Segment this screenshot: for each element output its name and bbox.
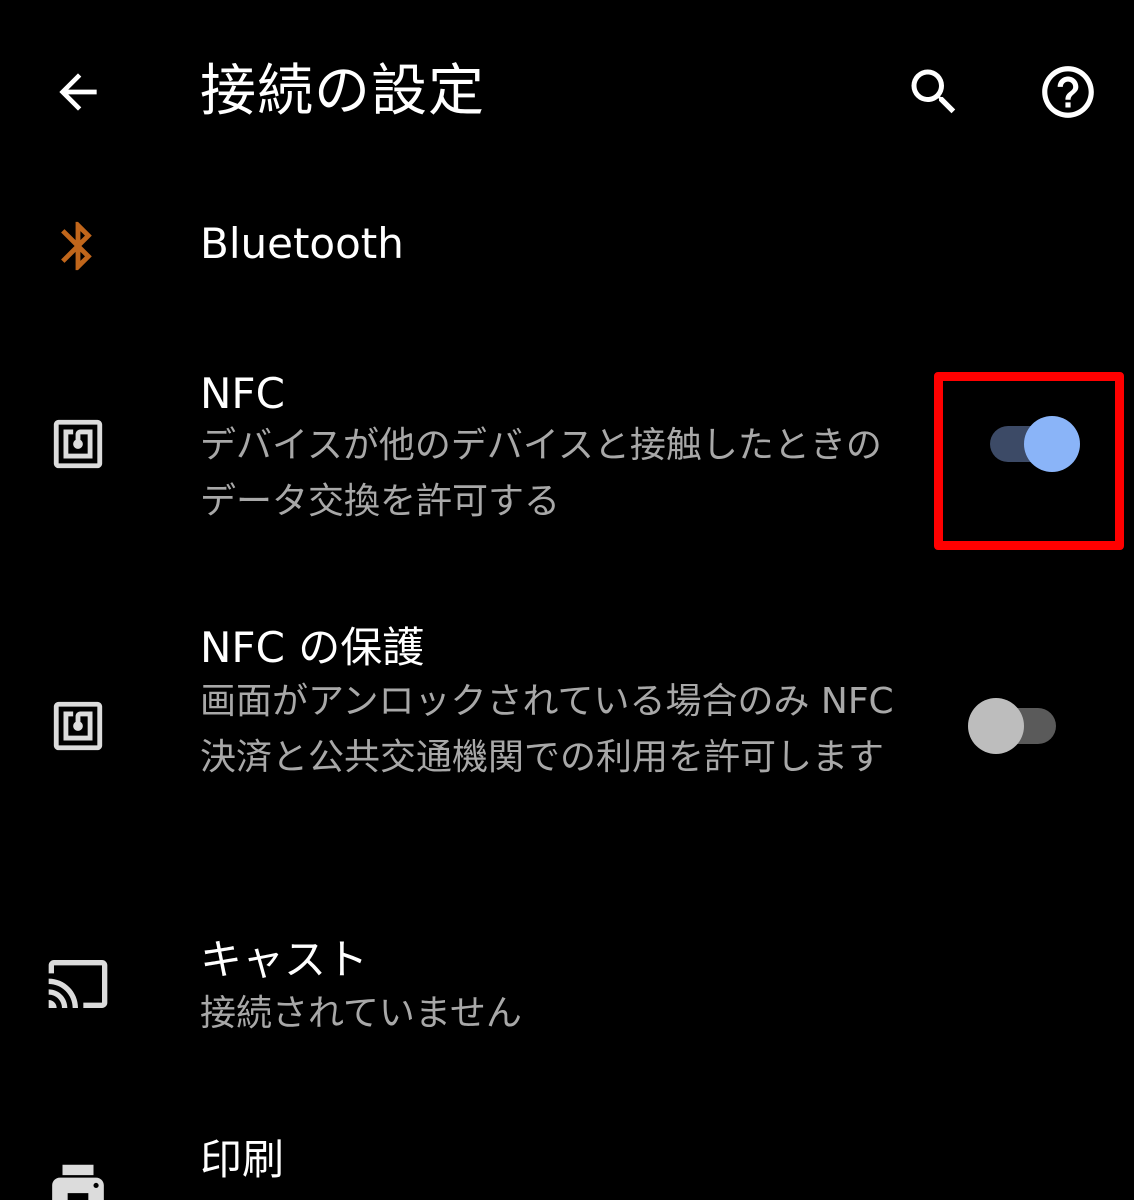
toggle-thumb — [968, 698, 1024, 754]
page-title: 接続の設定 — [200, 59, 485, 124]
back-button[interactable] — [36, 50, 120, 134]
print-row[interactable]: 印刷 — [0, 1130, 1134, 1200]
cast-icon — [40, 946, 116, 1022]
nfc-protection-title: NFC の保護 — [200, 623, 425, 672]
nfc-icon — [40, 688, 116, 764]
arrow-back-icon — [59, 73, 97, 111]
nfc-title: NFC — [200, 369, 285, 418]
highlight-box — [934, 372, 1124, 550]
nfc-icon — [40, 406, 116, 482]
cast-row[interactable]: キャスト 接続されていません — [0, 926, 1134, 1046]
help-button[interactable] — [1026, 50, 1110, 134]
bluetooth-title: Bluetooth — [200, 219, 404, 268]
search-button[interactable] — [892, 50, 976, 134]
cast-summary: 接続されていません — [200, 993, 522, 1034]
nfc-summary: デバイスが他のデバイスと接触したときのデータ交換を許可する — [200, 425, 882, 522]
cast-title: キャスト — [200, 935, 369, 984]
settings-screen: 接続の設定 Bluetooth NFC デバイスが他のデバイスと接触したときのデ… — [0, 0, 1134, 1200]
bluetooth-row[interactable]: Bluetooth — [0, 190, 1134, 310]
search-icon — [911, 69, 956, 114]
nfc-protection-summary: 画面がアンロックされている場合のみ NFC 決済と公共交通機関での利用を許可しま… — [200, 681, 894, 778]
nfc-protection-row[interactable]: NFC の保護 画面がアンロックされている場合のみ NFC 決済と公共交通機関で… — [0, 616, 1134, 846]
app-bar: 接続の設定 — [0, 0, 1134, 184]
printer-icon — [40, 1150, 116, 1200]
nfc-protection-toggle[interactable] — [966, 696, 1062, 756]
help-circle-icon — [1042, 66, 1094, 118]
print-title: 印刷 — [200, 1135, 285, 1184]
bluetooth-icon — [40, 208, 116, 284]
